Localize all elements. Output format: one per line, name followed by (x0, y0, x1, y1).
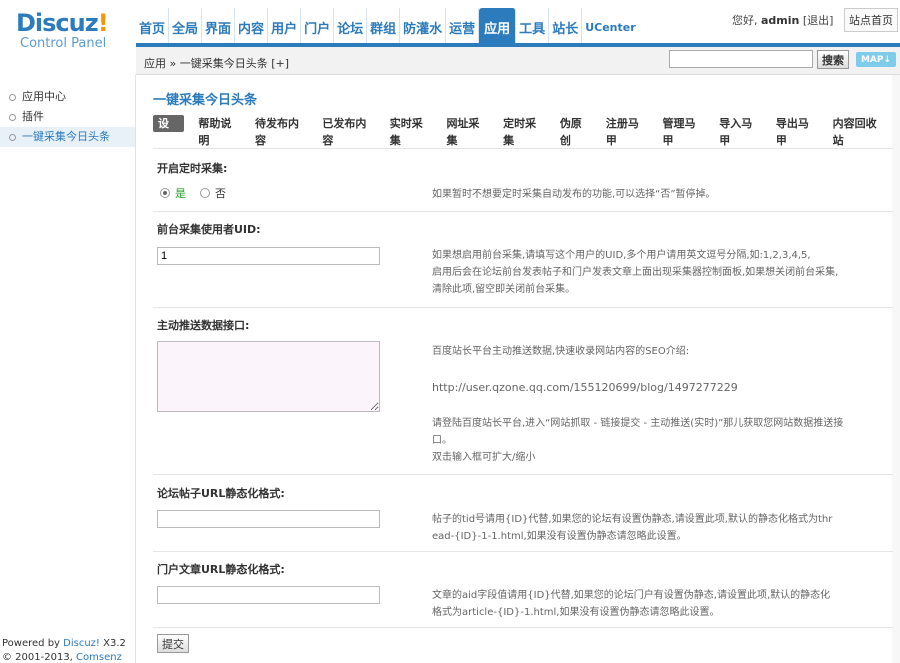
tab-pending[interactable]: 待发布内容 (255, 115, 308, 147)
tab-export-accounts[interactable]: 导出马甲 (776, 115, 819, 147)
nav-operations[interactable]: 运营 (446, 8, 480, 46)
username: admin (761, 14, 800, 27)
greeting-text: 您好, (732, 14, 758, 27)
uid-label: 前台采集使用者UID: (157, 223, 261, 236)
forum-url-tip-line: 帖子的tid号请用{ID}代替,如果您的论坛有设置伪静态,请设置此项,默认的静态… (432, 514, 833, 525)
sidebar-item-app-center[interactable]: 应用中心 (0, 87, 135, 107)
portal-url-tip-line: 文章的aid字段值请用{ID}代替,如果您的论坛门户有设置伪静态,请设置此项,默… (432, 590, 831, 601)
uid-tip-line: 清除此项,留空即关闭前台采集。 (432, 284, 576, 295)
tab-settings[interactable]: 设置 (153, 115, 185, 147)
search-button[interactable]: 搜索 (817, 50, 849, 69)
nav-portal[interactable]: 门户 (301, 8, 335, 46)
push-textarea[interactable] (157, 341, 380, 412)
sidebar-item-toutiao[interactable]: 一键采集今日头条 (0, 127, 135, 147)
nav-forum[interactable]: 论坛 (334, 8, 368, 46)
forum-url-tip-line: ead-{ID}-1-1.html,如果没有设置伪静态请忽略此设置。 (432, 531, 687, 542)
push-tip-line: 口。 (432, 435, 452, 446)
divider (153, 627, 893, 628)
logo-subtitle: Control Panel (20, 36, 107, 51)
timer-no-label[interactable]: 否 (215, 185, 226, 201)
push-tip: 百度站长平台主动推送数据,快速收录网站内容的SEO介绍: http://user… (432, 343, 884, 466)
discuz-logo[interactable]: Discuz! Control Panel (16, 10, 126, 51)
uid-tip-line: 启用后会在论坛前台发表帖子和门户发表文章上面出现采集器控制面板,如果想关闭前台采… (432, 267, 839, 278)
nav-interface[interactable]: 界面 (202, 8, 236, 46)
timer-radio-group: 是 否 (160, 185, 226, 201)
map-button[interactable]: MAP ↓ (856, 52, 896, 67)
nav-users[interactable]: 用户 (268, 8, 302, 46)
uid-tip: 如果想启用前台采集,请填写这个用户的UID,多个用户请用英文逗号分隔,如:1,2… (432, 247, 884, 298)
portal-url-tip: 文章的aid字段值请用{ID}代替,如果您的论坛门户有设置伪静态,请设置此项,默… (432, 587, 884, 621)
powered-by: Powered by Discuz! X3.2 © 2001-2013, Com… (2, 637, 135, 663)
push-label: 主动推送数据接口: (157, 319, 250, 332)
tab-realtime[interactable]: 实时采集 (390, 115, 433, 147)
nav-content[interactable]: 内容 (235, 8, 269, 46)
nav-ucenter[interactable]: UCenter (582, 8, 638, 46)
forum-url-label: 论坛帖子URL静态化格式: (157, 487, 285, 500)
timer-label: 开启定时采集: (157, 162, 228, 175)
tab-register-accounts[interactable]: 注册马甲 (606, 115, 649, 147)
submit-button[interactable]: 提交 (157, 634, 189, 653)
portal-url-tip-line: 格式为article-{ID}-1.html,如果没有设置伪静态请忽略此设置。 (432, 607, 720, 618)
tab-recycle-bin[interactable]: 内容回收站 (833, 115, 886, 147)
forum-url-tip: 帖子的tid号请用{ID}代替,如果您的论坛有设置伪静态,请设置此项,默认的静态… (432, 511, 884, 545)
nav-global[interactable]: 全局 (169, 8, 203, 46)
nav-apps[interactable]: 应用 (479, 8, 517, 46)
sidebar: 应用中心 插件 一键采集今日头条 Powered by Discuz! X3.2… (0, 75, 136, 663)
logo-bang: ! (97, 9, 109, 37)
top-nav: 首页 全局 界面 内容 用户 门户 论坛 群组 防灌水 运营 应用 工具 站长 … (136, 8, 639, 46)
sidebar-item-plugins[interactable]: 插件 (0, 107, 135, 127)
nav-tools[interactable]: 工具 (516, 8, 550, 46)
tab-help[interactable]: 帮助说明 (198, 115, 241, 147)
header: Discuz! Control Panel 首页 全局 界面 内容 用户 门户 … (0, 0, 900, 51)
user-info: 您好, admin [退出] (732, 12, 833, 28)
copyright-prefix: © 2001-2013, (2, 652, 77, 663)
timer-yes-label[interactable]: 是 (175, 185, 186, 201)
tab-published[interactable]: 已发布内容 (322, 115, 375, 147)
powered-version: X3.2 (99, 638, 126, 649)
tab-url-collect[interactable]: 网址采集 (446, 115, 489, 147)
tab-scheduled[interactable]: 定时采集 (503, 115, 546, 147)
logout-link[interactable]: [退出] (803, 14, 834, 27)
logo-text: Discuz (16, 9, 99, 37)
timer-no-radio[interactable] (200, 188, 210, 198)
portal-url-input[interactable] (157, 586, 380, 604)
divider (153, 211, 893, 212)
push-tip-line: 请登陆百度站长平台,进入“网站抓取 - 链接提交 - 主动推送(实时)”那儿获取… (432, 418, 844, 429)
uid-tip-line: 如果想启用前台采集,请填写这个用户的UID,多个用户请用英文逗号分隔,如:1,2… (432, 250, 811, 261)
tab-pseudo-original[interactable]: 伪原创 (560, 115, 592, 147)
divider (153, 551, 893, 552)
nav-groups[interactable]: 群组 (367, 8, 401, 46)
divider (153, 148, 893, 149)
map-label: MAP (860, 54, 884, 65)
powered-prefix: Powered by (2, 638, 64, 649)
portal-url-label: 门户文章URL静态化格式: (157, 563, 285, 576)
push-tip-url: http://user.qzone.qq.com/155120699/blog/… (432, 381, 738, 394)
tab-import-accounts[interactable]: 导入马甲 (719, 115, 762, 147)
breadcrumb[interactable]: 应用 » 一键采集今日头条 [+] (144, 55, 289, 71)
search-input[interactable] (669, 50, 813, 68)
arrow-down-icon: ↓ (883, 54, 892, 65)
nav-home[interactable]: 首页 (136, 8, 170, 46)
timer-yes-radio[interactable] (160, 188, 170, 198)
powered-brand-link[interactable]: Discuz! (63, 638, 100, 649)
divider (153, 307, 893, 308)
nav-webmaster[interactable]: 站长 (549, 8, 583, 46)
scrollbar[interactable] (892, 75, 900, 663)
push-tip-line: 百度站长平台主动推送数据,快速收录网站内容的SEO介绍: (432, 346, 690, 357)
divider (153, 474, 893, 475)
tab-manage-accounts[interactable]: 管理马甲 (663, 115, 706, 147)
page-title: 一键采集今日头条 (153, 93, 258, 108)
tab-bar: 设置 帮助说明 待发布内容 已发布内容 实时采集 网址采集 定时采集 伪原创 注… (153, 115, 900, 147)
site-home-button[interactable]: 站点首页 (844, 8, 898, 32)
uid-input[interactable] (157, 247, 380, 265)
timer-tip: 如果暂时不想要定时采集自动发布的功能,可以选择“否”暂停掉。 (432, 189, 716, 200)
breadcrumb-bar: 应用 » 一键采集今日头条 [+] 搜索 MAP ↓ (136, 47, 900, 75)
push-tip-line: 双击输入框可扩大/缩小 (432, 452, 536, 463)
forum-url-input[interactable] (157, 510, 380, 528)
nav-antispam[interactable]: 防灌水 (400, 8, 447, 46)
